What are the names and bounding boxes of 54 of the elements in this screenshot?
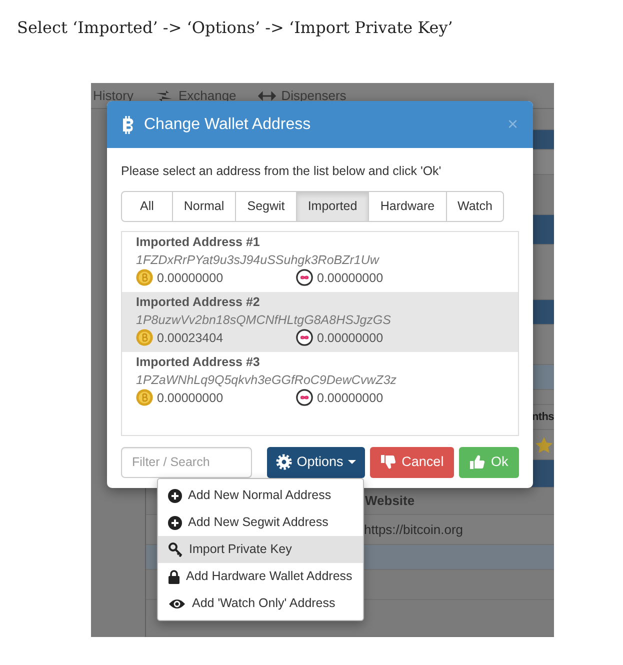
options-button[interactable]: Options	[267, 446, 365, 478]
coin-icon	[136, 269, 153, 286]
menu-item[interactable]: Add Hardware Wallet Address	[158, 563, 363, 590]
plus-circle-icon	[168, 488, 182, 502]
menu-item[interactable]: Add New Normal Address	[158, 482, 363, 509]
balance-amount: 0.00023404	[157, 330, 224, 347]
address-text: 1P8uzwVv2bn18sQMCNfHLtgG8A8HSJgzGS	[136, 312, 392, 329]
menu-item[interactable]: Add New Segwit Address	[158, 509, 363, 536]
table-cell-text: https://bitcoin.org	[364, 520, 463, 539]
bitcoin-icon	[122, 116, 136, 134]
infinity-icon	[296, 389, 313, 406]
cancel-button[interactable]: Cancel	[370, 446, 454, 478]
balance-amount: 0.00000000	[157, 390, 224, 407]
filter-tab[interactable]: Watch	[446, 190, 504, 222]
key-icon	[168, 542, 183, 557]
address-item[interactable]: Imported Address #2 1P8uzwVv2bn18sQMCNfHLtgG8A8HSJgzGS 0.00023404 0.00000000	[122, 292, 518, 352]
filter-tab[interactable]: Normal	[172, 190, 236, 222]
instruction-text: Please select an address from the list below and click 'Ok'	[121, 163, 442, 180]
infinity-icon	[296, 269, 313, 286]
column-header: nths	[532, 410, 554, 425]
balance-amount: 0.00000000	[317, 390, 384, 407]
coin-icon	[136, 389, 153, 406]
plus-circle-icon	[168, 516, 182, 530]
filter-tab[interactable]: Segwit	[235, 190, 297, 222]
lock-icon	[168, 570, 180, 584]
coin-icon	[136, 329, 153, 346]
exchange-icon	[155, 90, 174, 102]
address-name: Imported Address #2	[136, 294, 261, 311]
balance-amount: 0.00000000	[157, 270, 224, 287]
address-name: Imported Address #1	[136, 234, 261, 251]
balance-amount: 0.00000000	[317, 330, 384, 347]
filter-tab[interactable]: Hardware	[368, 190, 447, 222]
caret-icon	[348, 460, 356, 464]
address-item[interactable]: Imported Address #1 1FZDxRrPYat9u3sJ94uSSuhgk3RoBZr1Uw 0.00000000 0.00000000	[122, 232, 518, 292]
gear-icon	[276, 454, 292, 470]
double-arrow-icon	[258, 90, 276, 100]
star-icon	[535, 436, 553, 452]
menu-item[interactable]: Import Private Key	[158, 536, 363, 563]
table-header: Website	[365, 492, 415, 510]
address-text: 1FZDxRrPYat9u3sJ94uSSuhgk3RoBZr1Uw	[136, 252, 380, 269]
eye-icon	[168, 598, 186, 610]
address-text: 1PZaWNhLq9Q5qkvh3eGGfRoC9DewCvwZ3z	[136, 372, 398, 389]
address-item[interactable]: Imported Address #3 1PZaWNhLq9Q5qkvh3eGGfRoC9DewCvwZ3z 0.00000000 0.00000000	[122, 352, 518, 412]
thumbs-down-icon	[380, 454, 397, 470]
caption: Select ‘Imported’ -> ‘Options’ -> ‘Import Private Key’	[16, 17, 454, 39]
filter-tab[interactable]: All	[121, 190, 173, 222]
dialog-title: Change Wallet Address	[144, 114, 311, 134]
thumbs-up-icon	[470, 454, 486, 470]
menu-item[interactable]: Add 'Watch Only' Address	[158, 590, 363, 617]
search-field[interactable]: Filter / Search	[121, 446, 252, 478]
filter-tab[interactable]: Imported	[296, 190, 369, 222]
address-name: Imported Address #3	[136, 354, 261, 371]
infinity-icon	[296, 329, 313, 346]
balance-amount: 0.00000000	[317, 270, 384, 287]
